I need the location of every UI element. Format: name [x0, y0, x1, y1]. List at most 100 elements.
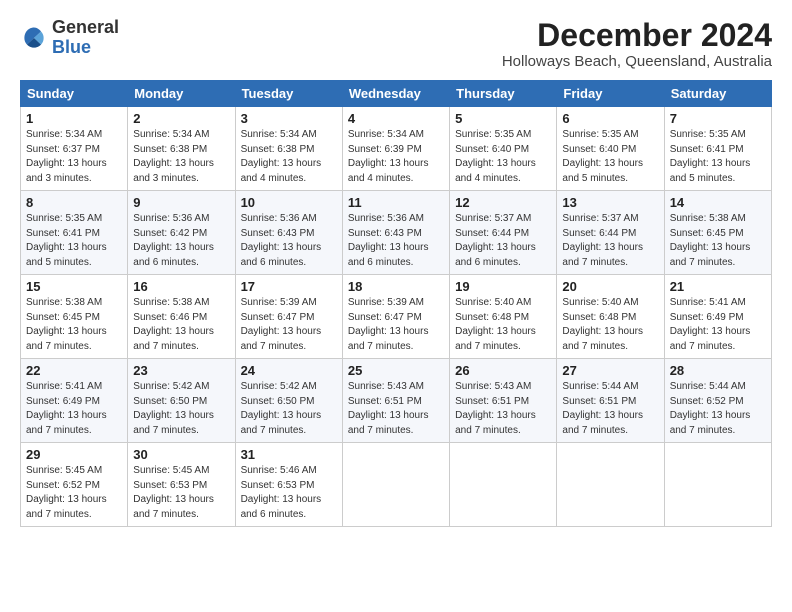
day-number: 3: [241, 111, 337, 126]
calendar-cell: [557, 443, 664, 527]
day-info: Sunrise: 5:36 AMSunset: 6:43 PMDaylight:…: [241, 213, 322, 268]
calendar-week-row: 29 Sunrise: 5:45 AMSunset: 6:52 PMDaylig…: [21, 443, 772, 527]
calendar-cell: 21 Sunrise: 5:41 AMSunset: 6:49 PMDaylig…: [664, 275, 771, 359]
day-info: Sunrise: 5:34 AMSunset: 6:38 PMDaylight:…: [133, 129, 214, 184]
weekday-header-row: SundayMondayTuesdayWednesdayThursdayFrid…: [21, 81, 772, 107]
calendar-cell: 23 Sunrise: 5:42 AMSunset: 6:50 PMDaylig…: [128, 359, 235, 443]
calendar-cell: 8 Sunrise: 5:35 AMSunset: 6:41 PMDayligh…: [21, 191, 128, 275]
day-number: 21: [670, 279, 766, 294]
day-info: Sunrise: 5:45 AMSunset: 6:53 PMDaylight:…: [133, 465, 214, 520]
day-number: 7: [670, 111, 766, 126]
day-info: Sunrise: 5:38 AMSunset: 6:46 PMDaylight:…: [133, 297, 214, 352]
weekday-header-wednesday: Wednesday: [342, 81, 449, 107]
day-info: Sunrise: 5:36 AMSunset: 6:42 PMDaylight:…: [133, 213, 214, 268]
day-number: 24: [241, 363, 337, 378]
title-block: December 2024 Holloways Beach, Queenslan…: [502, 18, 772, 70]
weekday-header-sunday: Sunday: [21, 81, 128, 107]
day-info: Sunrise: 5:35 AMSunset: 6:41 PMDaylight:…: [26, 213, 107, 268]
day-info: Sunrise: 5:43 AMSunset: 6:51 PMDaylight:…: [348, 381, 429, 436]
day-number: 26: [455, 363, 551, 378]
logo-text: General Blue: [52, 18, 119, 58]
calendar-cell: 11 Sunrise: 5:36 AMSunset: 6:43 PMDaylig…: [342, 191, 449, 275]
day-info: Sunrise: 5:41 AMSunset: 6:49 PMDaylight:…: [670, 297, 751, 352]
calendar-cell: 1 Sunrise: 5:34 AMSunset: 6:37 PMDayligh…: [21, 107, 128, 191]
day-number: 15: [26, 279, 122, 294]
calendar-cell: [450, 443, 557, 527]
day-number: 23: [133, 363, 229, 378]
weekday-header-saturday: Saturday: [664, 81, 771, 107]
day-info: Sunrise: 5:46 AMSunset: 6:53 PMDaylight:…: [241, 465, 322, 520]
calendar-cell: 18 Sunrise: 5:39 AMSunset: 6:47 PMDaylig…: [342, 275, 449, 359]
calendar-cell: 31 Sunrise: 5:46 AMSunset: 6:53 PMDaylig…: [235, 443, 342, 527]
calendar-cell: 14 Sunrise: 5:38 AMSunset: 6:45 PMDaylig…: [664, 191, 771, 275]
calendar-table: SundayMondayTuesdayWednesdayThursdayFrid…: [20, 80, 772, 527]
calendar-cell: 12 Sunrise: 5:37 AMSunset: 6:44 PMDaylig…: [450, 191, 557, 275]
day-number: 6: [562, 111, 658, 126]
weekday-header-thursday: Thursday: [450, 81, 557, 107]
day-number: 16: [133, 279, 229, 294]
day-info: Sunrise: 5:34 AMSunset: 6:38 PMDaylight:…: [241, 129, 322, 184]
weekday-header-monday: Monday: [128, 81, 235, 107]
calendar-week-row: 1 Sunrise: 5:34 AMSunset: 6:37 PMDayligh…: [21, 107, 772, 191]
calendar-cell: 13 Sunrise: 5:37 AMSunset: 6:44 PMDaylig…: [557, 191, 664, 275]
calendar-week-row: 8 Sunrise: 5:35 AMSunset: 6:41 PMDayligh…: [21, 191, 772, 275]
calendar-cell: 5 Sunrise: 5:35 AMSunset: 6:40 PMDayligh…: [450, 107, 557, 191]
calendar-cell: 17 Sunrise: 5:39 AMSunset: 6:47 PMDaylig…: [235, 275, 342, 359]
calendar-cell: 10 Sunrise: 5:36 AMSunset: 6:43 PMDaylig…: [235, 191, 342, 275]
calendar-cell: 30 Sunrise: 5:45 AMSunset: 6:53 PMDaylig…: [128, 443, 235, 527]
month-title: December 2024: [502, 18, 772, 53]
day-info: Sunrise: 5:40 AMSunset: 6:48 PMDaylight:…: [562, 297, 643, 352]
calendar-cell: [664, 443, 771, 527]
day-number: 11: [348, 195, 444, 210]
calendar-cell: 7 Sunrise: 5:35 AMSunset: 6:41 PMDayligh…: [664, 107, 771, 191]
location-title: Holloways Beach, Queensland, Australia: [502, 53, 772, 70]
calendar-cell: 15 Sunrise: 5:38 AMSunset: 6:45 PMDaylig…: [21, 275, 128, 359]
calendar-cell: 25 Sunrise: 5:43 AMSunset: 6:51 PMDaylig…: [342, 359, 449, 443]
day-info: Sunrise: 5:39 AMSunset: 6:47 PMDaylight:…: [241, 297, 322, 352]
day-number: 17: [241, 279, 337, 294]
calendar-week-row: 15 Sunrise: 5:38 AMSunset: 6:45 PMDaylig…: [21, 275, 772, 359]
calendar-cell: 20 Sunrise: 5:40 AMSunset: 6:48 PMDaylig…: [557, 275, 664, 359]
calendar-cell: 16 Sunrise: 5:38 AMSunset: 6:46 PMDaylig…: [128, 275, 235, 359]
day-number: 25: [348, 363, 444, 378]
calendar-cell: 27 Sunrise: 5:44 AMSunset: 6:51 PMDaylig…: [557, 359, 664, 443]
day-info: Sunrise: 5:38 AMSunset: 6:45 PMDaylight:…: [670, 213, 751, 268]
day-info: Sunrise: 5:44 AMSunset: 6:51 PMDaylight:…: [562, 381, 643, 436]
day-info: Sunrise: 5:36 AMSunset: 6:43 PMDaylight:…: [348, 213, 429, 268]
day-info: Sunrise: 5:41 AMSunset: 6:49 PMDaylight:…: [26, 381, 107, 436]
calendar-cell: 9 Sunrise: 5:36 AMSunset: 6:42 PMDayligh…: [128, 191, 235, 275]
day-number: 10: [241, 195, 337, 210]
day-number: 20: [562, 279, 658, 294]
day-info: Sunrise: 5:42 AMSunset: 6:50 PMDaylight:…: [133, 381, 214, 436]
calendar-cell: 4 Sunrise: 5:34 AMSunset: 6:39 PMDayligh…: [342, 107, 449, 191]
day-number: 4: [348, 111, 444, 126]
day-number: 13: [562, 195, 658, 210]
day-info: Sunrise: 5:34 AMSunset: 6:37 PMDaylight:…: [26, 129, 107, 184]
day-info: Sunrise: 5:37 AMSunset: 6:44 PMDaylight:…: [455, 213, 536, 268]
day-number: 5: [455, 111, 551, 126]
day-number: 28: [670, 363, 766, 378]
logo-icon: [20, 24, 48, 52]
calendar-cell: 24 Sunrise: 5:42 AMSunset: 6:50 PMDaylig…: [235, 359, 342, 443]
calendar-cell: 19 Sunrise: 5:40 AMSunset: 6:48 PMDaylig…: [450, 275, 557, 359]
day-number: 31: [241, 447, 337, 462]
calendar-cell: 2 Sunrise: 5:34 AMSunset: 6:38 PMDayligh…: [128, 107, 235, 191]
day-number: 29: [26, 447, 122, 462]
day-info: Sunrise: 5:35 AMSunset: 6:40 PMDaylight:…: [455, 129, 536, 184]
day-info: Sunrise: 5:35 AMSunset: 6:41 PMDaylight:…: [670, 129, 751, 184]
day-number: 19: [455, 279, 551, 294]
logo: General Blue: [20, 18, 119, 58]
day-number: 9: [133, 195, 229, 210]
day-info: Sunrise: 5:35 AMSunset: 6:40 PMDaylight:…: [562, 129, 643, 184]
day-info: Sunrise: 5:39 AMSunset: 6:47 PMDaylight:…: [348, 297, 429, 352]
day-number: 27: [562, 363, 658, 378]
day-number: 30: [133, 447, 229, 462]
day-number: 2: [133, 111, 229, 126]
calendar-cell: 3 Sunrise: 5:34 AMSunset: 6:38 PMDayligh…: [235, 107, 342, 191]
weekday-header-friday: Friday: [557, 81, 664, 107]
page-header: General Blue December 2024 Holloways Bea…: [20, 18, 772, 70]
calendar-cell: 28 Sunrise: 5:44 AMSunset: 6:52 PMDaylig…: [664, 359, 771, 443]
day-number: 1: [26, 111, 122, 126]
day-info: Sunrise: 5:38 AMSunset: 6:45 PMDaylight:…: [26, 297, 107, 352]
day-number: 12: [455, 195, 551, 210]
